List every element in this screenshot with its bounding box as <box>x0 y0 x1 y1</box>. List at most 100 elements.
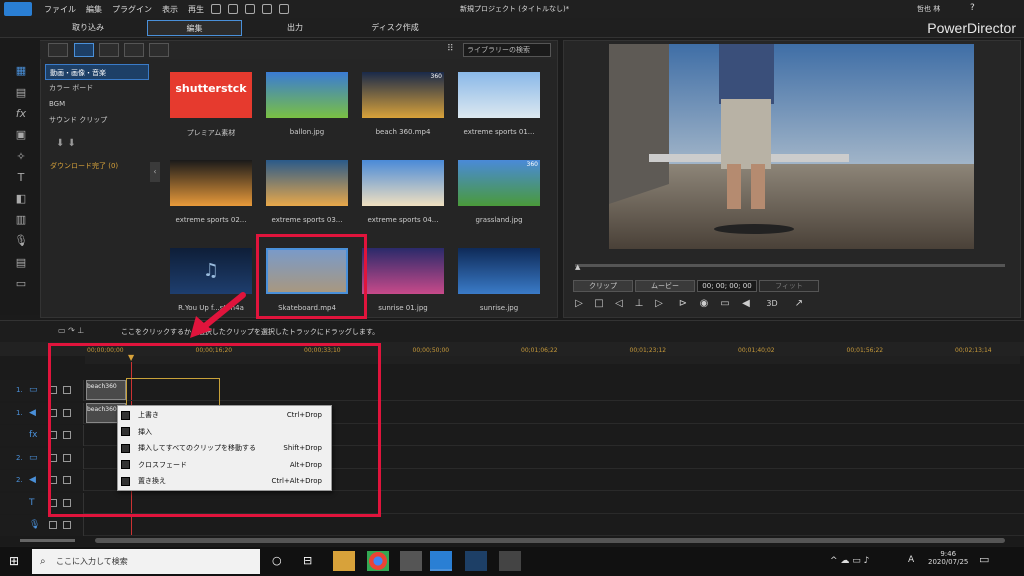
title-room-icon[interactable]: T <box>14 171 28 185</box>
audio-mixing-icon[interactable]: ▥ <box>14 213 28 227</box>
download-status: ダウンロード完了 (0) <box>50 162 119 170</box>
media-thumbnail[interactable]: ♫ <box>170 248 252 294</box>
tab-produce[interactable]: 出力 <box>255 20 335 36</box>
subtitle-icon[interactable]: ▭ <box>719 298 731 310</box>
video-filter-icon[interactable] <box>74 43 94 57</box>
split-icon[interactable]: ⊥ <box>633 298 645 310</box>
clock-date: 2020/07/25 <box>928 558 969 566</box>
category-color-board[interactable]: カラー ボード <box>45 80 149 96</box>
windows-start-icon[interactable]: ⊞ <box>9 554 19 568</box>
preview-scrubber[interactable] <box>575 264 1005 267</box>
media-thumbnail[interactable] <box>458 248 540 294</box>
cloud-app-icon[interactable] <box>400 551 422 571</box>
media-room-icon[interactable]: ▦ <box>14 64 28 78</box>
category-bgm[interactable]: BGM <box>45 96 149 112</box>
media-thumbnail[interactable] <box>170 160 252 206</box>
media-thumbnail[interactable] <box>266 72 348 118</box>
scrubber-handle-icon[interactable]: ▲ <box>575 263 580 271</box>
timecode-mark: 00;01;23;12 <box>629 347 667 354</box>
template-room-icon[interactable]: ▤ <box>14 86 28 100</box>
media-thumbnail[interactable]: 360 <box>362 72 444 118</box>
timecode-mark: 00;01;40;02 <box>738 347 775 354</box>
transition-room-icon[interactable]: ◧ <box>14 192 28 206</box>
voiceover-icon[interactable]: 🎙 <box>14 234 28 248</box>
track-number: 1. <box>16 408 23 417</box>
media-thumbnail[interactable] <box>266 160 348 206</box>
notification-icon[interactable]: ▭ <box>979 553 989 566</box>
timeline-scrollbar[interactable] <box>95 538 1005 543</box>
music-filter-icon[interactable] <box>149 43 169 57</box>
thumbnail-caption: extreme sports 01... <box>463 128 535 136</box>
3d-toggle[interactable]: 3D <box>762 298 782 310</box>
save-icon[interactable] <box>211 4 221 14</box>
pip-room-icon[interactable]: ▣ <box>14 128 28 142</box>
media-thumbnail[interactable] <box>362 160 444 206</box>
audio-app-icon[interactable] <box>465 551 487 571</box>
download-icon[interactable]: ⬇ ⬇ <box>56 138 76 149</box>
image-filter-icon[interactable] <box>99 43 119 57</box>
media-thumbnail[interactable] <box>458 72 540 118</box>
fast-forward-icon[interactable]: ⊳ <box>677 298 689 310</box>
help-icon[interactable]: ? <box>970 3 975 13</box>
menu-edit[interactable]: 編集 <box>86 4 102 15</box>
brand-title: PowerDirector <box>927 20 1016 36</box>
thumbnail-caption: ballon.jpg <box>289 128 325 136</box>
settings-icon[interactable] <box>279 4 289 14</box>
display-icon[interactable] <box>262 4 272 14</box>
menu-bar: ファイル 編集 プラグイン 表示 再生 <box>34 0 289 18</box>
player-mode-row: クリップ ムービー 00; 00; 00; 00 フィット <box>573 280 819 292</box>
checkbox-icon[interactable] <box>49 521 57 529</box>
menu-playback[interactable]: 再生 <box>188 4 204 15</box>
redo-icon[interactable] <box>245 4 255 14</box>
play-icon[interactable]: ▷ <box>573 298 585 310</box>
grid-view-icon[interactable]: ⠿ <box>447 44 454 54</box>
menu-plugin[interactable]: プラグイン <box>112 4 152 15</box>
powerdirector-taskbar-icon[interactable] <box>430 551 452 571</box>
undo-icon[interactable] <box>228 4 238 14</box>
collapse-arrow-icon[interactable]: ‹ <box>150 162 160 182</box>
zoom-slider[interactable] <box>20 539 75 542</box>
tab-movie-mode[interactable]: ムービー <box>635 280 695 292</box>
storyboard-icon[interactable]: ▭ ↷ ⊥ <box>58 326 98 336</box>
volume-icon[interactable]: ◀ <box>740 298 752 310</box>
app-icon[interactable] <box>499 551 521 571</box>
cortana-icon[interactable]: ○ <box>272 554 282 567</box>
tray-icons[interactable]: ^ ☁ ▭ ♪ <box>830 556 869 566</box>
media-thumbnail[interactable] <box>362 248 444 294</box>
task-view-icon[interactable]: ⊟ <box>303 554 312 567</box>
media-thumbnail[interactable]: 360 <box>458 160 540 206</box>
lock-icon[interactable] <box>63 521 71 529</box>
media-thumbnail[interactable]: shutterstck <box>170 72 252 118</box>
timeline-track[interactable] <box>0 515 1024 536</box>
subtitle-room-icon[interactable]: ▭ <box>14 277 28 291</box>
import-icon[interactable] <box>48 43 68 57</box>
prev-frame-icon[interactable]: ◁ <box>613 298 625 310</box>
timecode-display[interactable]: 00; 00; 00; 00 <box>697 280 757 292</box>
tab-clip-mode[interactable]: クリップ <box>573 280 633 292</box>
particle-room-icon[interactable]: ✧ <box>14 150 28 164</box>
menu-view[interactable]: 表示 <box>162 4 178 15</box>
search-icon: ⌕ <box>40 556 46 567</box>
fit-dropdown[interactable]: フィット <box>759 280 819 292</box>
library-search-input[interactable]: ライブラリーの検索 <box>463 43 551 57</box>
taskbar-search-input[interactable]: ここに入力して検索 <box>32 549 260 574</box>
ime-indicator[interactable]: A <box>908 555 914 565</box>
chrome-icon[interactable] <box>367 551 389 571</box>
undock-icon[interactable]: ↗ <box>793 298 805 310</box>
tab-disc[interactable]: ディスク作成 <box>355 20 435 36</box>
tab-capture[interactable]: 取り込み <box>48 20 128 36</box>
explorer-icon[interactable] <box>333 551 355 571</box>
thumbnail-caption: sunrise 01.jpg <box>378 304 428 312</box>
category-media[interactable]: 動画・画像・音楽 <box>45 64 149 80</box>
menu-file[interactable]: ファイル <box>44 4 76 15</box>
tab-edit[interactable]: 編集 <box>147 20 242 36</box>
category-sound-clip[interactable]: サウンド クリップ <box>45 112 149 128</box>
fx-room-icon[interactable]: fx <box>14 107 28 121</box>
photo-filter-icon[interactable] <box>124 43 144 57</box>
taskbar-clock[interactable]: 9:46 2020/07/25 <box>928 550 968 566</box>
chapter-room-icon[interactable]: ▤ <box>14 256 28 270</box>
audio-track-icon: ◀ <box>29 407 36 418</box>
next-frame-icon[interactable]: ▷ <box>653 298 665 310</box>
stop-icon[interactable]: □ <box>593 298 605 310</box>
snapshot-icon[interactable]: ◉ <box>698 298 710 310</box>
